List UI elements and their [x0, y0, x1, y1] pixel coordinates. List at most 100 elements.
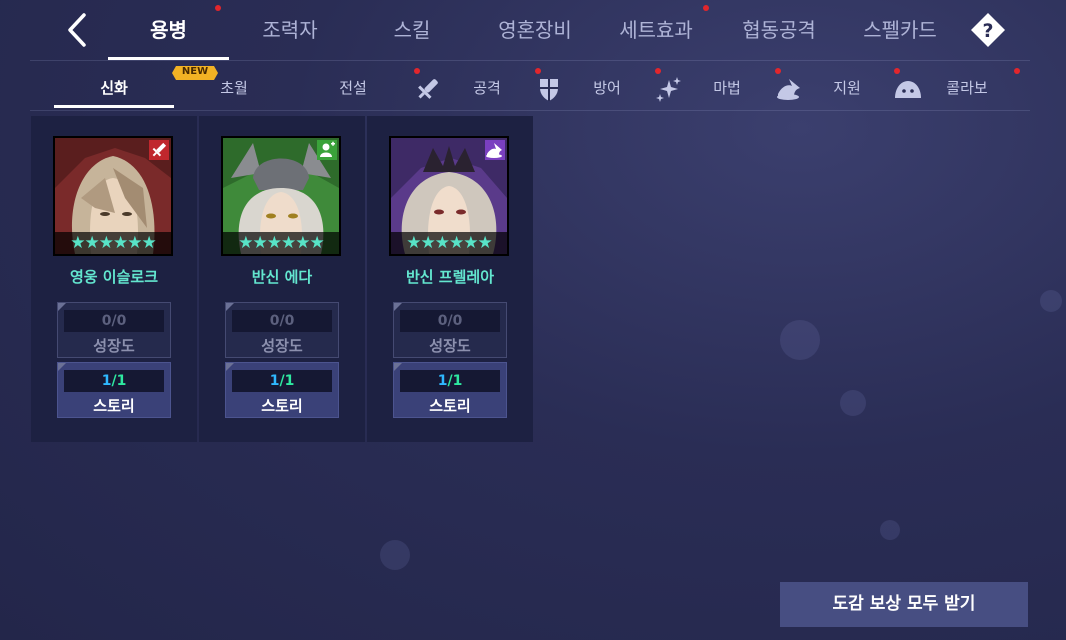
growth-label: 성장도 [429, 337, 471, 355]
growth-reward-box[interactable]: 0/0 성장도 [225, 302, 339, 358]
story-progress: 1/1 [64, 370, 164, 392]
background-light [380, 540, 410, 570]
filter-label: 콜라보 [946, 79, 988, 97]
tab-helper[interactable]: 조력자 [240, 0, 340, 60]
story-progress: 1/1 [400, 370, 500, 392]
filter-attack[interactable]: 공격 [462, 68, 512, 108]
progress-total: 0 [452, 313, 463, 329]
help-icon: ? [971, 13, 1005, 47]
tab-skill[interactable]: 스킬 [362, 0, 462, 60]
progress-total: 1 [284, 373, 295, 389]
magic-hat-icon [485, 140, 505, 160]
support-icon [317, 140, 337, 160]
slime-icon[interactable] [893, 76, 923, 102]
tab-label: 용병 [150, 18, 187, 42]
mercenary-name: 반신 프렐레아 [405, 268, 495, 286]
filter-defense[interactable]: 방어 [582, 68, 632, 108]
growth-reward-box[interactable]: 0/0 성장도 [393, 302, 507, 358]
growth-progress: 0/0 [232, 310, 332, 332]
tab-coop-attack[interactable]: 협동공격 [725, 0, 833, 60]
story-reward-box[interactable]: 1/1 스토리 [225, 362, 339, 418]
notification-dot [703, 5, 709, 11]
top-navigation: 용병 조력자 스킬 영혼장비 세트효과 협동공격 스펠카드 ? [0, 0, 1066, 60]
subtab-label: 전설 [339, 79, 367, 97]
progress-current: 0 [101, 313, 112, 329]
subtab-legend[interactable]: 전설 [313, 68, 393, 108]
new-badge: NEW [172, 65, 218, 80]
filter-magic[interactable]: 마법 [702, 68, 752, 108]
tab-soul-equipment[interactable]: 영혼장비 [482, 0, 588, 60]
notification-dot [775, 68, 781, 74]
help-button[interactable]: ? [970, 12, 1006, 48]
growth-label: 성장도 [261, 337, 303, 355]
mercenary-card: ★★★★★★ 반신 프렐레아 0/0 성장도 1/1 스토리 [367, 116, 533, 442]
progress-current: 0 [269, 313, 280, 329]
growth-label: 성장도 [93, 337, 135, 355]
mercenary-portrait[interactable]: ★★★★★★ [389, 136, 509, 256]
filter-label: 공격 [473, 79, 501, 97]
chevron-left-icon [68, 13, 86, 47]
notification-dot [1014, 68, 1020, 74]
filter-label: 지원 [833, 79, 861, 97]
tab-label: 영혼장비 [498, 18, 572, 42]
subtab-label: 초월 [220, 79, 248, 97]
mercenary-portrait[interactable]: ★★★★★★ [221, 136, 341, 256]
tab-spell-card[interactable]: 스펠카드 [846, 0, 954, 60]
notification-dot [655, 68, 661, 74]
background-light [1040, 290, 1062, 312]
story-label: 스토리 [261, 397, 303, 415]
notification-dot [894, 68, 900, 74]
subtab-label: 신화 [100, 79, 128, 97]
progress-total: 1 [452, 373, 463, 389]
tab-label: 스킬 [393, 18, 431, 42]
mercenary-name: 반신 에다 [251, 268, 313, 286]
star-rating: ★★★★★★ [223, 232, 339, 254]
filter-label: 방어 [593, 79, 621, 97]
shield-icon[interactable] [536, 76, 562, 102]
progress-current: 1 [101, 373, 112, 389]
filter-support[interactable]: 지원 [822, 68, 872, 108]
sword-icon[interactable] [415, 76, 441, 102]
new-badge-label: NEW [181, 66, 209, 77]
background-light [780, 320, 820, 360]
divider [30, 60, 1030, 61]
progress-total: 0 [284, 313, 295, 329]
notification-dot [215, 5, 221, 11]
mercenary-card: ★★★★★★ 영웅 이슬로크 0/0 성장도 1/1 스토리 [31, 116, 197, 442]
star-rating: ★★★★★★ [55, 232, 171, 254]
magic-sparkle-icon[interactable] [656, 76, 682, 102]
notification-dot [535, 68, 541, 74]
progress-current: 1 [269, 373, 280, 389]
sword-icon [149, 140, 169, 160]
tab-label: 협동공격 [742, 18, 816, 42]
mercenary-portrait[interactable]: ★★★★★★ [53, 136, 173, 256]
growth-progress: 0/0 [400, 310, 500, 332]
story-label: 스토리 [93, 397, 135, 415]
progress-total: 1 [116, 373, 127, 389]
support-icon[interactable] [776, 76, 802, 102]
tab-label: 스펠카드 [863, 18, 937, 42]
filter-label: 마법 [713, 79, 741, 97]
progress-total: 0 [116, 313, 127, 329]
tab-label: 세트효과 [619, 18, 693, 42]
tab-label: 조력자 [262, 18, 318, 42]
claim-all-rewards-button[interactable]: 도감 보상 모두 받기 [780, 582, 1028, 627]
story-reward-box[interactable]: 1/1 스토리 [393, 362, 507, 418]
story-reward-box[interactable]: 1/1 스토리 [57, 362, 171, 418]
back-button[interactable] [58, 10, 98, 50]
mercenary-card: ★★★★★★ 반신 에다 0/0 성장도 1/1 스토리 [199, 116, 365, 442]
tab-mercenary[interactable]: 용병 [108, 0, 229, 60]
star-rating: ★★★★★★ [391, 232, 507, 254]
growth-reward-box[interactable]: 0/0 성장도 [57, 302, 171, 358]
notification-dot [414, 68, 420, 74]
background-light [880, 520, 900, 540]
filter-collab[interactable]: 콜라보 [938, 68, 996, 108]
tab-set-effect[interactable]: 세트효과 [605, 0, 707, 60]
background-light [840, 390, 866, 416]
active-subtab-underline [54, 105, 174, 108]
progress-current: 0 [437, 313, 448, 329]
story-label: 스토리 [429, 397, 471, 415]
progress-current: 1 [437, 373, 448, 389]
subtab-myth[interactable]: 신화 [54, 68, 174, 108]
mercenary-name: 영웅 이슬로크 [69, 268, 159, 286]
